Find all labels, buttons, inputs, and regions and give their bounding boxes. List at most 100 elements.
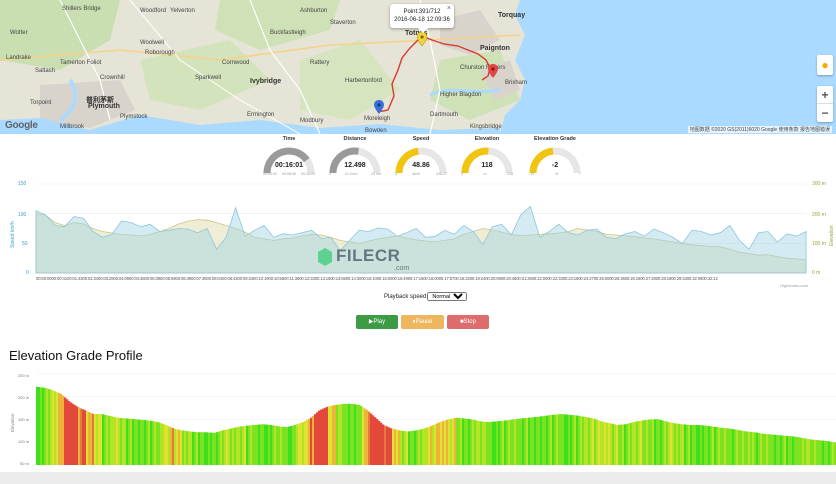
map-label: Moreleigh [364, 116, 391, 122]
grade-bar [192, 431, 195, 465]
grade-bar [534, 417, 537, 465]
map-label: Plymstock [120, 114, 148, 120]
grade-bar [56, 392, 59, 465]
grade-bar [488, 421, 491, 465]
point-info-popup: × Point:391/712 2016-06-18 12:09:36 [390, 4, 454, 33]
y-left-tick: 0 [26, 270, 29, 276]
zoom-in-button[interactable]: + [817, 86, 833, 104]
zoom-out-button[interactable]: − [817, 104, 833, 122]
grade-bar [296, 424, 299, 465]
grade-bar [468, 419, 471, 465]
stop-button[interactable]: ■Stop [447, 315, 489, 329]
grade-bar [434, 424, 437, 465]
grade-bar [758, 433, 761, 465]
playback-speed-select[interactable]: Normal [427, 292, 468, 301]
gauge-scale: 0 km/h 106.27 [393, 172, 449, 176]
grade-bar [464, 418, 467, 465]
grade-bar [490, 421, 493, 465]
grade-bar [642, 420, 645, 465]
popup-close-icon[interactable]: × [447, 5, 451, 13]
grade-bar [830, 441, 833, 465]
grade-bar [564, 414, 567, 465]
grade-bar [376, 418, 379, 465]
grade-bar [354, 404, 357, 465]
y-right-axis-title: Elevation [829, 225, 835, 246]
grade-bar [708, 426, 711, 465]
gauge-scale-label: 11.5 km [344, 172, 358, 176]
filecr-logo-icon [318, 248, 332, 266]
grade-bar [500, 420, 503, 465]
gauge-elevation: Elevation 118 0 m 228 [459, 136, 515, 178]
current-position-marker-icon[interactable] [417, 32, 427, 46]
grade-bar [270, 425, 273, 465]
speed-elevation-chart[interactable] [0, 178, 836, 278]
route-map[interactable]: Shillers Bridge Woodford Woolwell Roboro… [0, 0, 836, 134]
pause-button[interactable]: ⏸Pause [401, 315, 444, 329]
grade-bar [812, 439, 815, 465]
grade-bar [418, 429, 421, 465]
grade-bar [426, 427, 429, 465]
grade-bar [298, 423, 301, 465]
map-label: Buckfastleigh [270, 30, 306, 36]
map-label: Landrake [6, 55, 32, 61]
map-attribution[interactable]: 地图数据 ©2020 GS(2011)6020 Google 使用条款 报告地图… [687, 126, 832, 133]
grade-bar [170, 427, 173, 465]
grade-bar [676, 423, 679, 465]
grade-bar [736, 429, 739, 465]
grade-bar [190, 431, 193, 465]
grade-bar [474, 420, 477, 465]
grade-bar [238, 426, 241, 465]
grade-bar [186, 431, 189, 465]
grade-bar [440, 421, 443, 465]
grade-bar [512, 419, 515, 465]
grade-bar [806, 438, 809, 465]
grade-bar [128, 418, 131, 465]
map-label: Crownhill [100, 75, 125, 81]
end-marker-icon[interactable] [488, 64, 498, 78]
grade-bar [492, 421, 495, 465]
grade-bar [594, 419, 597, 465]
grade-bar [406, 431, 409, 465]
play-button[interactable]: ▶Play [356, 315, 398, 329]
grade-bar [184, 430, 187, 465]
gauge-label: Elevation Grade [534, 136, 576, 142]
grade-bar [200, 432, 203, 465]
grade-bar [634, 421, 637, 465]
grade-bar [66, 399, 69, 465]
grade-bar [346, 403, 349, 465]
grade-bar [592, 418, 595, 465]
grade-bar [580, 416, 583, 465]
grade-bar [762, 433, 765, 465]
gauge-dial [263, 147, 315, 174]
x-axis-ticks: 00:00:0000:00:4100:01:4300:02:3400:03:29… [36, 276, 718, 281]
grade-bar [768, 434, 771, 465]
grade-bar [672, 422, 675, 465]
grade-bar [480, 421, 483, 465]
grade-bar [502, 420, 505, 465]
map-label: Dartmouth [430, 112, 459, 118]
grade-bar [562, 414, 565, 465]
grade-bar [366, 410, 369, 465]
grade-bar [216, 432, 219, 465]
elevation-grade-chart[interactable] [0, 370, 836, 470]
start-marker-icon[interactable] [374, 100, 384, 114]
grade-bar [372, 415, 375, 465]
street-view-pegman-icon[interactable]: ● [817, 55, 833, 75]
chart-credit[interactable]: Highcharts.com [780, 283, 808, 288]
grade-bar [602, 421, 605, 465]
grade-bar [368, 411, 371, 465]
grade-bar [314, 414, 317, 465]
grade-bar [248, 425, 251, 465]
grade-bar [244, 425, 247, 465]
grade-bar [122, 418, 125, 465]
grade-bar [454, 417, 457, 465]
grade-bar [274, 425, 277, 465]
gauge-scale-label: 0 [461, 172, 463, 176]
grade-bar [386, 426, 389, 465]
grade-bar [168, 426, 171, 465]
grade-bar [722, 427, 725, 465]
grade-bar [550, 415, 553, 465]
map-label: Bowden [365, 128, 387, 134]
grade-bar [658, 419, 661, 465]
grade-bar [152, 421, 155, 465]
